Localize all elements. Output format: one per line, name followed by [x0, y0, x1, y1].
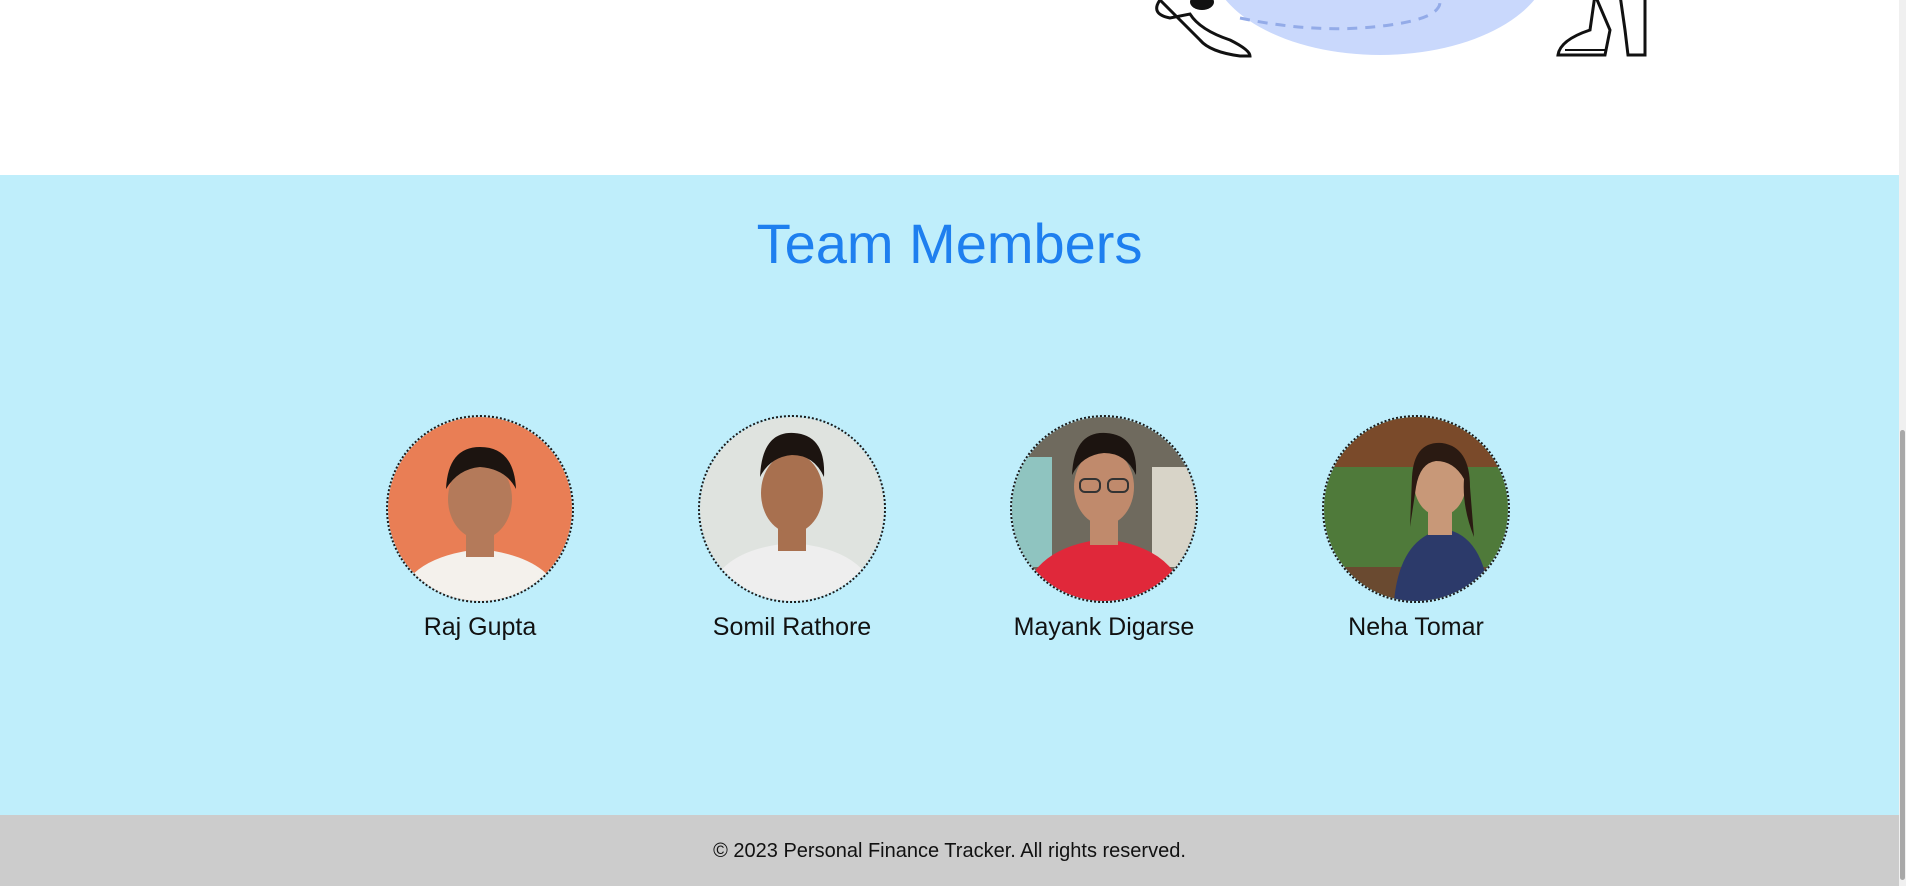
- member-name: Raj Gupta: [423, 613, 537, 641]
- team-member-card: Raj Gupta: [355, 415, 605, 642]
- avatar: [1010, 415, 1198, 603]
- team-title: Team Members: [756, 212, 1143, 275]
- avatar: [386, 415, 574, 603]
- avatar: [1322, 415, 1510, 603]
- member-name: Neha Tomar: [1348, 613, 1484, 641]
- team-member-card: Somil Rathore: [667, 415, 917, 642]
- scrollbar-thumb[interactable]: [1900, 430, 1905, 880]
- team-member-card: Mayank Digarse: [979, 415, 1229, 642]
- hero-illustration-section: [0, 0, 1899, 175]
- copyright-text: © 2023 Personal Finance Tracker. All rig…: [713, 840, 1186, 862]
- people-illustration: [1155, 0, 1647, 58]
- team-section: Team Members Raj Gupta Somil Rathore May…: [0, 175, 1899, 815]
- team-member-card: Neha Tomar: [1291, 415, 1541, 642]
- footer: © 2023 Personal Finance Tracker. All rig…: [0, 815, 1899, 886]
- member-name: Somil Rathore: [712, 613, 872, 641]
- member-name: Mayank Digarse: [1013, 613, 1195, 641]
- page: Team Members Raj Gupta Somil Rathore May…: [0, 0, 1899, 886]
- avatar: [698, 415, 886, 603]
- page-scrollbar[interactable]: [1899, 0, 1906, 886]
